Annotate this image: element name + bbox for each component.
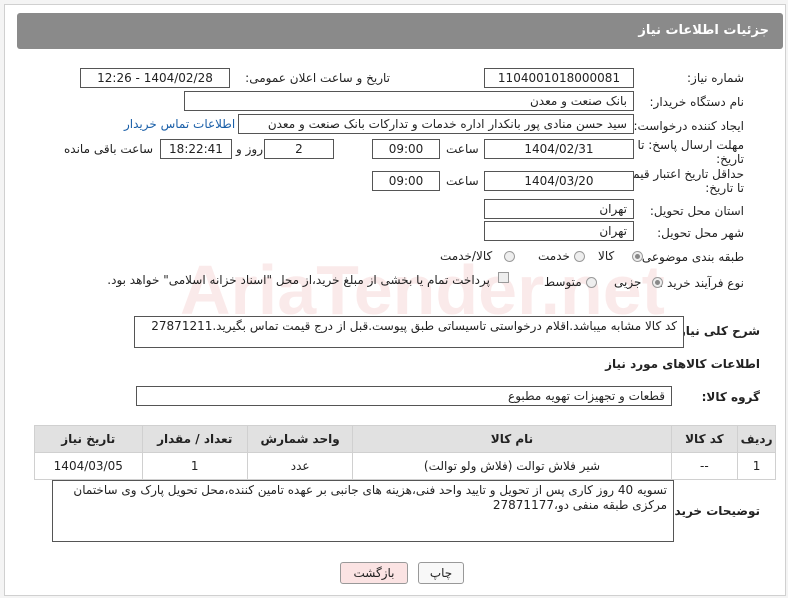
col-header-qty: تعداد / مقدار	[141, 425, 248, 453]
col-header-row: ردیف	[737, 425, 776, 453]
description-label: شرح کلی نیاز:	[674, 324, 760, 338]
goods-group-label: گروه کالا:	[701, 390, 760, 404]
goods-group-field[interactable]: قطعات و تجهیزات تهویه مطبوع	[136, 386, 672, 406]
province-field[interactable]: تهران	[484, 199, 634, 219]
need-number-field[interactable]: 1104001018000081	[484, 68, 634, 88]
buyer-org-field[interactable]: بانک صنعت و معدن	[184, 91, 634, 111]
validity-label-line2: تا تاریخ:	[705, 181, 744, 195]
deadline-time-field[interactable]: 09:00	[372, 139, 440, 159]
buyer-org-label: نام دستگاه خریدار:	[649, 95, 745, 109]
validity-time-field[interactable]: 09:00	[372, 171, 440, 191]
process-option-medium: متوسط	[544, 275, 582, 289]
cell-code: --	[670, 452, 739, 480]
cell-qty: 1	[141, 452, 248, 480]
deadline-date-field[interactable]: 1404/02/31	[484, 139, 634, 159]
treasury-checkbox[interactable]	[498, 272, 509, 283]
announce-field[interactable]: 1404/02/28 - 12:26	[80, 68, 230, 88]
col-header-date: تاریخ نیاز	[34, 425, 143, 453]
process-label: نوع فرآیند خرید :	[659, 276, 744, 290]
remaining-time-field[interactable]: 18:22:41	[160, 139, 232, 159]
contact-info-link[interactable]: اطلاعات تماس خریدار	[124, 117, 235, 131]
process-radio-minor[interactable]	[652, 277, 663, 288]
page-header: جزئیات اطلاعات نیاز	[17, 13, 783, 49]
requester-field[interactable]: سید حسن منادی پور بانکدار اداره خدمات و …	[238, 114, 634, 134]
cell-name: شیر فلاش توالت (فلاش ولو توالت)	[352, 452, 672, 480]
deadline-time-label: ساعت	[446, 142, 479, 156]
category-label: طبقه بندی موضوعی:	[637, 250, 744, 264]
category-radio-goods-service[interactable]	[504, 251, 515, 262]
days-label: روز و	[236, 142, 263, 156]
validity-label-line1: حداقل تاریخ اعتبار قیمت:	[617, 167, 744, 181]
remaining-time-label: ساعت باقی مانده	[64, 142, 154, 156]
cell-date: 1404/03/05	[34, 452, 143, 480]
category-option-service: خدمت	[538, 249, 570, 263]
description-textarea[interactable]: کد کالا مشابه میباشد.اقلام درخواستی تاسی…	[134, 316, 684, 348]
requester-label: ایجاد کننده درخواست:	[633, 119, 744, 133]
col-header-code: کد کالا	[670, 425, 739, 453]
need-number-label: شماره نیاز:	[687, 71, 744, 85]
days-remaining-field[interactable]: 2	[264, 139, 334, 159]
category-option-goods-service: کالا/خدمت	[440, 249, 493, 263]
cell-row: 1	[737, 452, 776, 480]
table-header-row: ردیف کد کالا نام کالا واحد شمارش تعداد /…	[34, 425, 776, 453]
cell-unit: عدد	[246, 452, 354, 480]
print-button[interactable]: چاپ	[418, 562, 464, 584]
deadline-label-line1: مهلت ارسال پاسخ: تا	[637, 138, 744, 152]
back-button[interactable]: بازگشت	[340, 562, 408, 584]
goods-table: ردیف کد کالا نام کالا واحد شمارش تعداد /…	[34, 425, 776, 480]
province-label: استان محل تحویل:	[649, 204, 744, 218]
validity-time-label: ساعت	[446, 174, 479, 188]
validity-date-field[interactable]: 1404/03/20	[484, 171, 634, 191]
buyer-notes-textarea[interactable]: تسویه 40 روز کاری پس از تحویل و تایید وا…	[52, 480, 674, 542]
col-header-name: نام کالا	[352, 425, 672, 453]
deadline-label-line2: تاریخ:	[716, 152, 744, 166]
goods-info-title: اطلاعات کالاهای مورد نیاز	[605, 357, 760, 371]
announce-label: تاریخ و ساعت اعلان عمومی:	[245, 71, 390, 85]
table-row[interactable]: 1 -- شیر فلاش توالت (فلاش ولو توالت) عدد…	[34, 452, 776, 480]
category-radio-goods[interactable]	[632, 251, 643, 262]
process-option-minor: جزیی	[614, 275, 642, 289]
process-radio-medium[interactable]	[586, 277, 597, 288]
payment-note: پرداخت تمام یا بخشی از مبلغ خرید،از محل …	[107, 273, 490, 287]
page-title: جزئیات اطلاعات نیاز	[638, 23, 769, 38]
city-field[interactable]: تهران	[484, 221, 634, 241]
category-radio-service[interactable]	[574, 251, 585, 262]
category-option-goods: کالا	[598, 249, 615, 263]
col-header-unit: واحد شمارش	[246, 425, 354, 453]
city-label: شهر محل تحویل:	[657, 226, 744, 240]
